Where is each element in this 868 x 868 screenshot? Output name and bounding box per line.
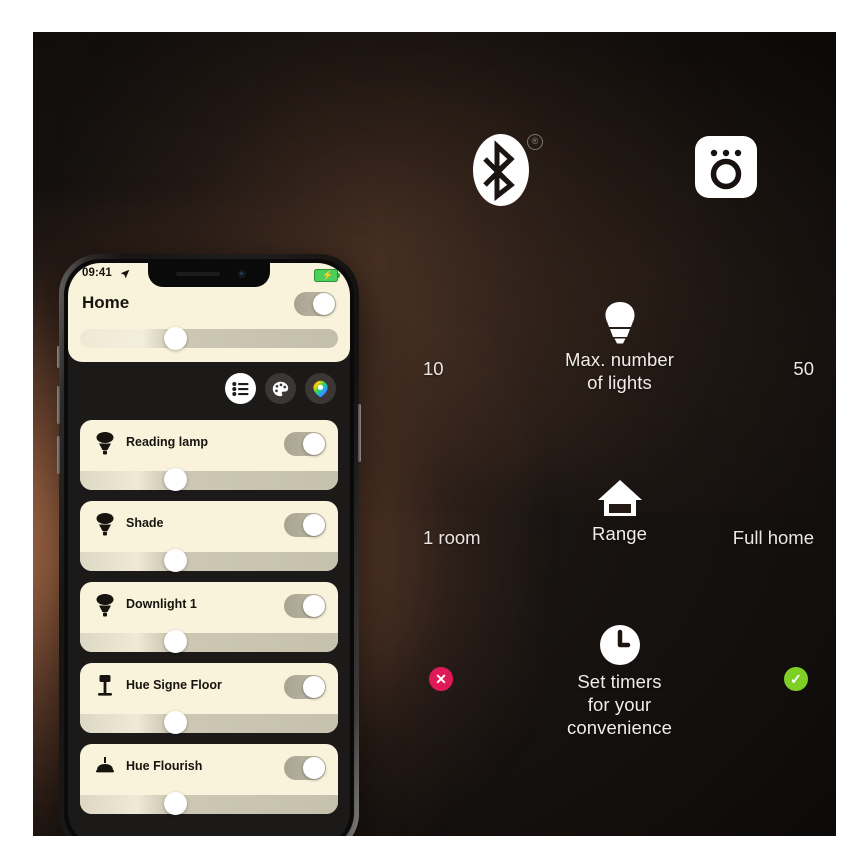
toggle-knob bbox=[303, 757, 325, 779]
hue-bridge-icon bbox=[695, 136, 757, 198]
view-tabs bbox=[225, 373, 336, 404]
lights-list: Reading lamp Shade Downlight 1 Hue Signe… bbox=[80, 420, 338, 825]
feature-caption-line2: of lights bbox=[587, 372, 652, 393]
technology-icons-row: ® bbox=[403, 130, 836, 220]
phone-bezel: 09:41 ⚡ Home Reading lamp Shade Downligh… bbox=[64, 259, 354, 836]
slider-knob[interactable] bbox=[164, 549, 187, 572]
toggle-knob bbox=[303, 514, 325, 536]
volume-down-button[interactable] bbox=[57, 436, 60, 474]
pendant-lamp-icon bbox=[96, 757, 114, 773]
feature-comparison-panel: ® 10 Max. number of lights 50 1 room Ran… bbox=[403, 32, 836, 836]
list-item[interactable]: Shade bbox=[80, 501, 338, 572]
light-name: Hue Flourish bbox=[126, 759, 203, 773]
power-button[interactable] bbox=[358, 404, 361, 462]
feature-center: Set timers for your convenience bbox=[500, 620, 740, 739]
light-brightness-slider[interactable] bbox=[80, 792, 338, 815]
feature-caption-line3: convenience bbox=[567, 717, 672, 738]
slider-knob[interactable] bbox=[164, 792, 187, 815]
tab-scenes[interactable] bbox=[265, 373, 296, 404]
mute-switch[interactable] bbox=[57, 346, 60, 368]
volume-up-button[interactable] bbox=[57, 386, 60, 424]
clock-icon bbox=[500, 620, 740, 666]
feature-left-value: 1 room bbox=[423, 527, 481, 548]
light-toggle[interactable] bbox=[284, 513, 326, 537]
smartphone-mockup: 09:41 ⚡ Home Reading lamp Shade Downligh… bbox=[57, 254, 361, 836]
light-name: Hue Signe Floor bbox=[126, 678, 222, 692]
product-photo: ® 10 Max. number of lights 50 1 room Ran… bbox=[33, 32, 836, 836]
screenshot-canvas: ® 10 Max. number of lights 50 1 room Ran… bbox=[0, 0, 868, 868]
list-item[interactable]: Hue Flourish bbox=[80, 744, 338, 815]
charging-bolt-icon: ⚡ bbox=[322, 270, 334, 280]
slider-knob[interactable] bbox=[164, 327, 187, 350]
toggle-knob bbox=[313, 293, 335, 315]
light-toggle[interactable] bbox=[284, 594, 326, 618]
bulb-spot-icon bbox=[96, 513, 114, 536]
feature-right-value: 50 bbox=[793, 358, 814, 379]
feature-center: Range bbox=[500, 472, 740, 545]
feature-row-max-lights: 10 Max. number of lights 50 bbox=[403, 298, 836, 408]
registered-mark-icon: ® bbox=[527, 134, 543, 150]
feature-row-timers: ✕ Set timers for your convenience ✓ bbox=[403, 620, 836, 740]
palette-icon bbox=[272, 381, 289, 396]
toggle-knob bbox=[303, 595, 325, 617]
phone-frame: 09:41 ⚡ Home Reading lamp Shade Downligh… bbox=[57, 254, 361, 836]
page-title: Home bbox=[82, 293, 130, 312]
status-time: 09:41 bbox=[82, 267, 112, 279]
bulb-spot-icon bbox=[96, 432, 114, 455]
feature-caption-line1: Range bbox=[591, 523, 647, 544]
status-badge-unsupported: ✕ bbox=[429, 667, 453, 691]
list-item[interactable]: Reading lamp bbox=[80, 420, 338, 491]
slider-knob[interactable] bbox=[164, 468, 187, 491]
status-bar: 09:41 ⚡ bbox=[68, 265, 350, 285]
toggle-knob bbox=[303, 433, 325, 455]
tab-list[interactable] bbox=[225, 373, 256, 404]
feature-row-range: 1 room Range Full home bbox=[403, 472, 836, 562]
location-arrow-icon bbox=[120, 269, 130, 279]
feature-center: Max. number of lights bbox=[500, 298, 740, 394]
list-item[interactable]: Downlight 1 bbox=[80, 582, 338, 653]
light-name: Shade bbox=[126, 516, 164, 530]
light-brightness-slider[interactable] bbox=[80, 549, 338, 572]
phone-screen: 09:41 ⚡ Home Reading lamp Shade Downligh… bbox=[68, 263, 350, 836]
floor-lamp-icon bbox=[98, 675, 112, 696]
light-brightness-slider[interactable] bbox=[80, 630, 338, 653]
light-toggle[interactable] bbox=[284, 756, 326, 780]
feature-caption-line1: Set timers bbox=[577, 671, 662, 692]
color-picker-icon bbox=[313, 380, 328, 397]
slider-knob[interactable] bbox=[164, 711, 187, 734]
feature-right-value: Full home bbox=[732, 527, 814, 548]
light-name: Downlight 1 bbox=[126, 597, 197, 611]
light-toggle[interactable] bbox=[284, 432, 326, 456]
light-name: Reading lamp bbox=[126, 435, 208, 449]
light-brightness-slider[interactable] bbox=[80, 711, 338, 734]
battery-charging-icon: ⚡ bbox=[314, 269, 340, 282]
feature-caption-line1: Max. number bbox=[564, 349, 675, 370]
home-power-toggle[interactable] bbox=[294, 292, 336, 316]
home-header-card: 09:41 ⚡ Home bbox=[68, 263, 350, 362]
list-item[interactable]: Hue Signe Floor bbox=[80, 663, 338, 734]
slider-knob[interactable] bbox=[164, 630, 187, 653]
feature-left-value: 10 bbox=[423, 358, 444, 379]
light-bulb-icon bbox=[500, 298, 740, 344]
status-badge-supported: ✓ bbox=[784, 667, 808, 691]
home-icon bbox=[500, 472, 740, 518]
bulb-spot-icon bbox=[96, 594, 114, 617]
list-icon bbox=[232, 381, 249, 396]
bluetooth-logo: ® bbox=[459, 130, 549, 220]
home-brightness-slider[interactable] bbox=[80, 327, 338, 350]
light-brightness-slider[interactable] bbox=[80, 468, 338, 491]
bluetooth-icon bbox=[483, 140, 515, 202]
light-toggle[interactable] bbox=[284, 675, 326, 699]
feature-caption-line2: for your bbox=[587, 694, 652, 715]
tab-color[interactable] bbox=[305, 373, 336, 404]
toggle-knob bbox=[303, 676, 325, 698]
